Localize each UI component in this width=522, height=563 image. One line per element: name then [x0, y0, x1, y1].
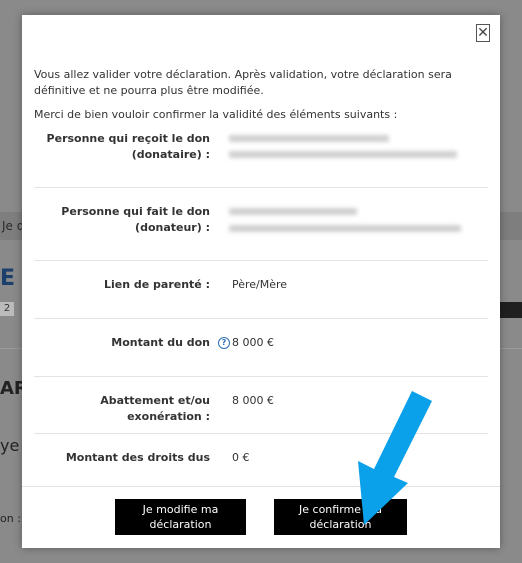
row-montant-don: Montant du don? 8 000 €: [34, 318, 488, 377]
value-droits-dus: 0 €: [232, 451, 250, 464]
background-text: ye: [0, 436, 20, 455]
label-donateur: Personne qui fait le don (donateur) :: [61, 205, 210, 234]
close-icon: ✕: [477, 25, 489, 41]
value-lien-parente: Père/Mère: [232, 278, 288, 291]
row-lien-parente: Lien de parenté : Père/Mère: [34, 260, 488, 319]
row-donateur: Personne qui fait le don (donateur) :: [34, 187, 488, 261]
modify-button[interactable]: Je modifie ma déclaration: [115, 499, 246, 535]
value-montant-don: 8 000 €: [232, 336, 274, 349]
redacted-identifier: [229, 151, 457, 158]
redacted-identifier: [229, 225, 461, 232]
close-button[interactable]: ✕: [476, 24, 490, 42]
label-abattement: Abattement et/ou exonération :: [100, 394, 210, 423]
redacted-name: [229, 208, 357, 215]
label-montant-don: Montant du don?: [111, 335, 230, 351]
value-abattement: 8 000 €: [232, 394, 274, 407]
background-tab-label: Je d: [2, 219, 25, 233]
row-donataire: Personne qui reçoit le don (donataire) :: [34, 123, 488, 188]
arrow-icon: [358, 391, 432, 525]
background-pagination: 2: [0, 302, 14, 316]
background-label: on :: [0, 512, 21, 525]
label-droits-dus: Montant des droits dus: [65, 451, 210, 464]
label-lien-parente: Lien de parenté :: [103, 278, 210, 291]
info-icon[interactable]: ?: [218, 337, 230, 349]
confirmation-dialog: ✕ Vous allez valider votre déclaration. …: [22, 15, 500, 548]
redacted-name: [229, 135, 389, 142]
intro-text: Vous allez valider votre déclaration. Ap…: [34, 68, 452, 97]
confirm-instructions: Merci de bien vouloir confirmer la valid…: [34, 108, 398, 121]
label-donataire: Personne qui reçoit le don (donataire) :: [46, 132, 210, 161]
